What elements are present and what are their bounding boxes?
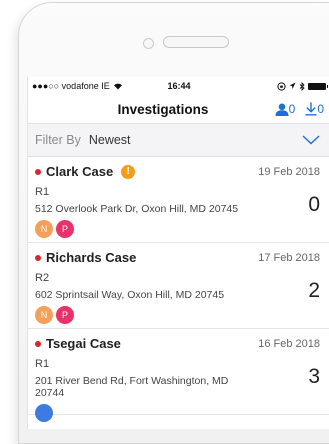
filter-value: Newest	[88, 133, 131, 147]
case-row[interactable]: Richards Case 17 Feb 2018 R2 602 Sprints…	[28, 243, 329, 329]
camera	[143, 38, 154, 49]
carrier-label: ●●●○○ vodafone IE	[32, 81, 110, 91]
case-row[interactable]: Clark Case ! 19 Feb 2018 R1 512 Overlook…	[28, 157, 329, 243]
case-header: Richards Case 17 Feb 2018	[35, 249, 320, 266]
rotation-lock-icon	[277, 81, 286, 91]
case-header: Tsegai Case 16 Feb 2018	[35, 335, 320, 352]
download-count: 0	[317, 102, 324, 116]
case-ref: R1	[35, 358, 50, 370]
filter-bar[interactable]: Filter By Newest	[28, 124, 329, 157]
case-count: 2	[308, 279, 320, 302]
priority-dot	[35, 340, 41, 347]
case-name: Tsegai Case	[46, 336, 121, 351]
speaker-grille	[163, 36, 229, 48]
case-address: 201 River Bend Rd, Fort Washington, MD 2…	[35, 375, 229, 399]
case-date: 19 Feb 2018	[258, 165, 320, 178]
case-ref: R1	[35, 186, 50, 198]
status-indicators	[277, 81, 328, 91]
case-date: 17 Feb 2018	[258, 251, 320, 264]
avatar-group: N P	[35, 220, 320, 238]
avatar: N	[35, 306, 53, 324]
avatar-group: N P	[35, 306, 320, 324]
case-count: 3	[308, 365, 320, 388]
case-count: 0	[308, 193, 320, 216]
bluetooth-icon	[299, 81, 305, 91]
avatar-group	[35, 404, 320, 422]
priority-dot	[35, 254, 41, 261]
avatar	[35, 404, 53, 422]
case-row[interactable]: Tsegai Case 16 Feb 2018 R1 201 River Ben…	[28, 329, 329, 422]
download-button[interactable]: 0	[305, 102, 324, 116]
page-title: Investigations	[117, 102, 209, 117]
location-icon	[289, 82, 296, 89]
case-name: Clark Case	[46, 164, 114, 179]
chevron-down-icon[interactable]	[302, 135, 320, 145]
assigned-count: 0	[288, 102, 296, 116]
status-bar: ●●●○○ vodafone IE 16:44	[28, 77, 329, 95]
nav-bar: Investigations 0 0	[28, 95, 329, 124]
app-screen: ●●●○○ vodafone IE 16:44 Investigations 0…	[27, 77, 329, 429]
priority-dot	[35, 168, 41, 175]
case-address: 602 Sprintsail Way, Oxon Hill, MD 20745	[35, 289, 225, 301]
avatar: P	[56, 220, 74, 238]
case-ref: R2	[35, 272, 50, 284]
battery-icon	[308, 82, 328, 90]
case-address: 512 Overlook Park Dr, Oxon Hill, MD 2074…	[35, 203, 239, 215]
carrier-group: ●●●○○ vodafone IE	[32, 81, 123, 91]
wifi-icon	[113, 83, 122, 90]
case-name: Richards Case	[46, 250, 137, 265]
avatar: N	[35, 220, 53, 238]
warning-icon: !	[121, 164, 136, 179]
filter-label: Filter By	[35, 133, 81, 147]
download-icon	[305, 102, 318, 116]
case-header: Clark Case ! 19 Feb 2018	[35, 163, 320, 180]
case-date: 16 Feb 2018	[258, 337, 320, 350]
avatar: P	[56, 306, 74, 324]
